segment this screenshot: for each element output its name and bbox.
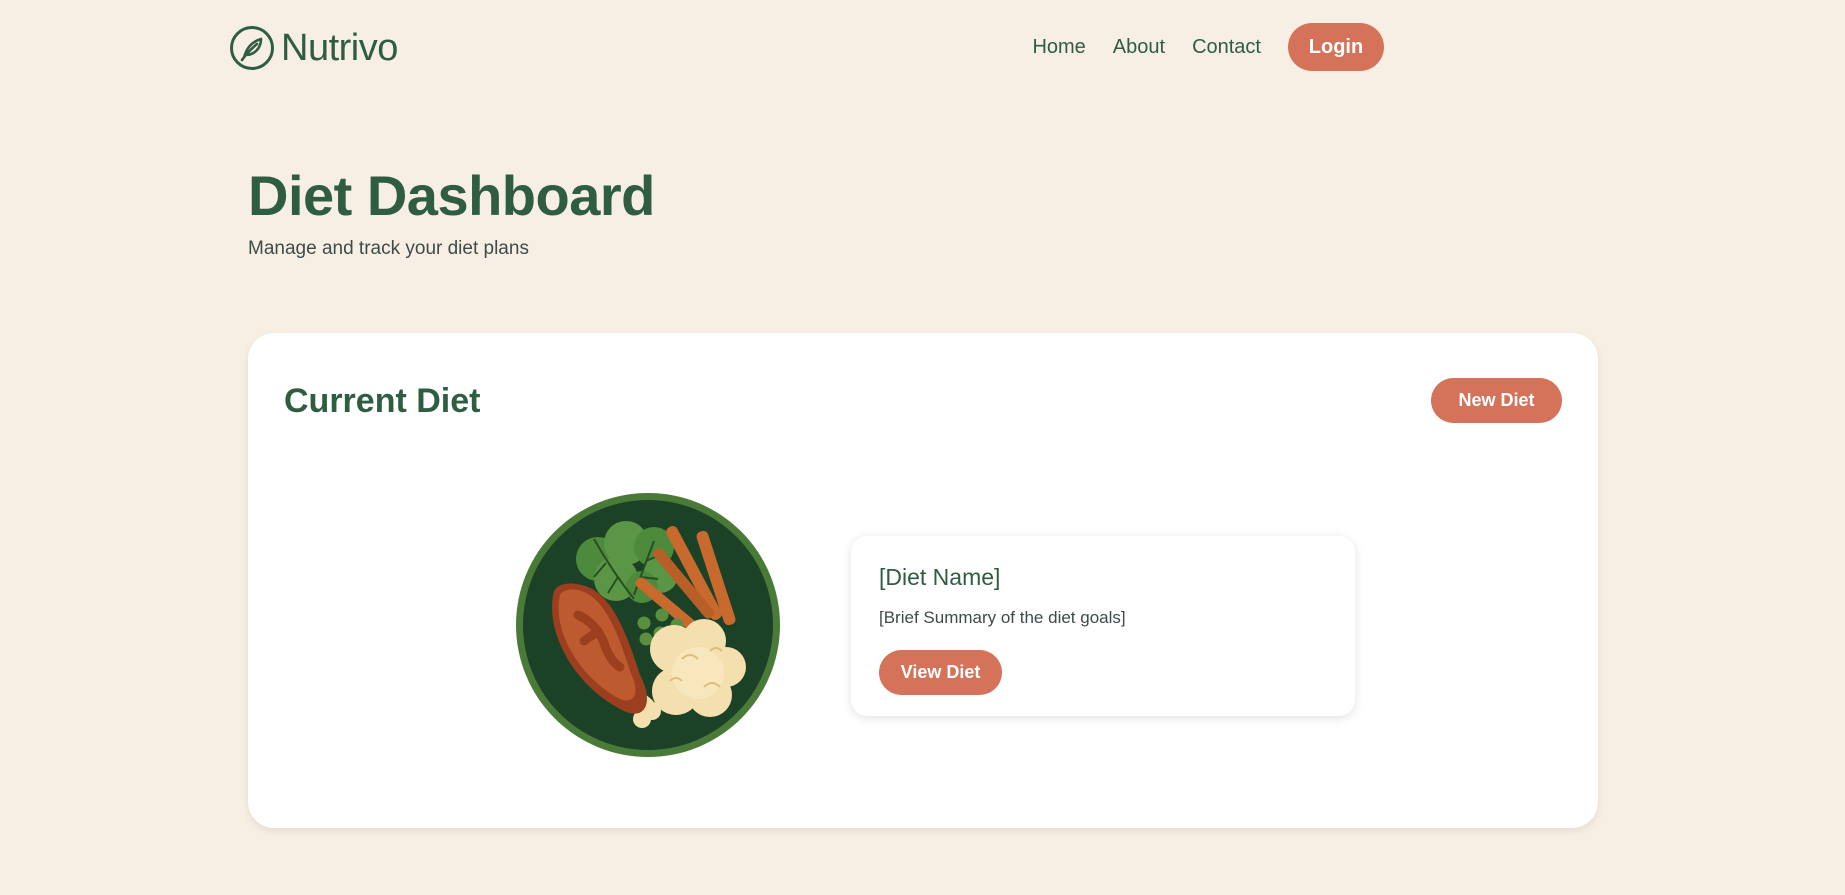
page-header: Diet Dashboard Manage and track your die… — [248, 168, 655, 260]
nav-links: Home About Contact Login — [1032, 23, 1384, 71]
diet-name: [Diet Name] — [879, 564, 1001, 590]
view-diet-button[interactable]: View Diet — [879, 650, 1002, 695]
diet-summary: [Brief Summary of the diet goals] — [879, 608, 1126, 627]
page-title: Diet Dashboard — [248, 164, 655, 227]
diet-summary-card: [Diet Name] [Brief Summary of the diet g… — [851, 536, 1355, 716]
new-diet-button[interactable]: New Diet — [1431, 378, 1562, 423]
food-plate-icon — [516, 493, 780, 757]
brand-name: Nutrivo — [281, 26, 398, 69]
nav-link-contact[interactable]: Contact — [1192, 36, 1261, 59]
brand-logo[interactable]: Nutrivo — [229, 24, 398, 72]
leaf-icon — [230, 26, 274, 70]
nav-link-about[interactable]: About — [1113, 36, 1165, 59]
nav-link-home[interactable]: Home — [1032, 36, 1085, 59]
current-diet-card: Current Diet New Diet [Diet Name] [Brief… — [248, 333, 1598, 828]
page-subtitle: Manage and track your diet plans — [248, 238, 529, 259]
current-diet-title: Current Diet — [284, 382, 481, 420]
top-navbar: Nutrivo Home About Contact Login — [0, 0, 1845, 96]
login-button[interactable]: Login — [1288, 23, 1384, 71]
